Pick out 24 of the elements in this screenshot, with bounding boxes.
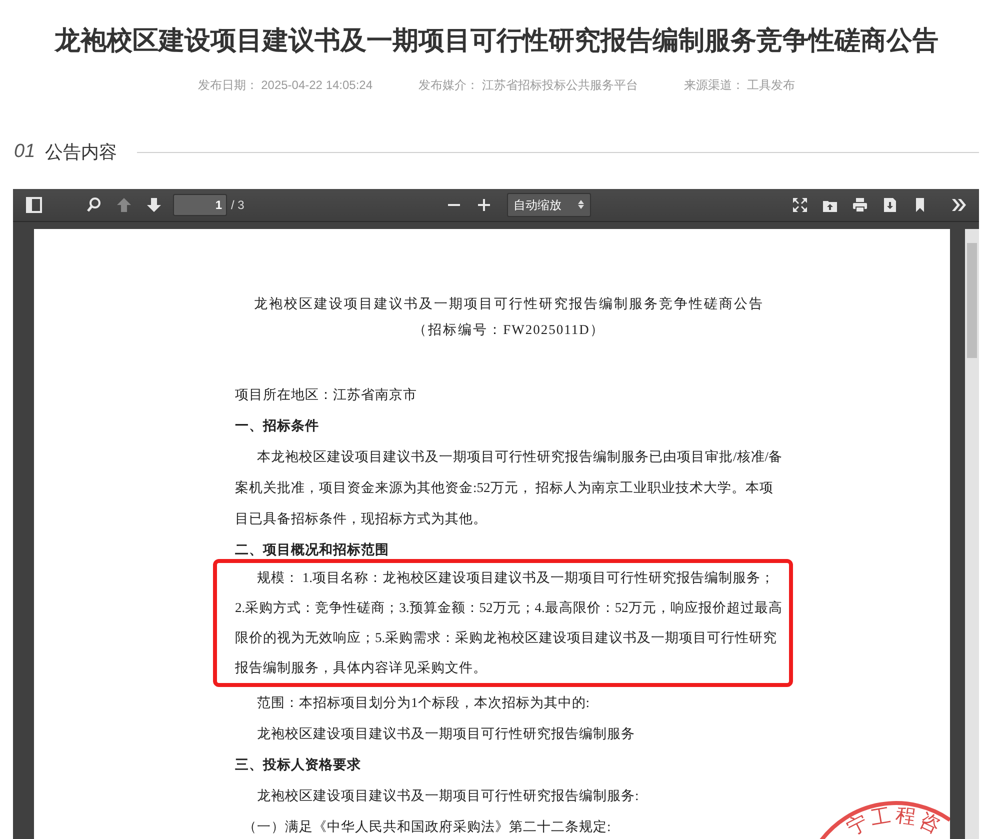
document-title: （招标编号：FW2025011D） — [412, 320, 606, 338]
page-title: 龙袍校区建设项目建议书及一期项目可行性研究报告编制服务竞争性磋商公告 — [53, 24, 940, 57]
section-number: 01 — [14, 140, 36, 164]
document-paragraph: 本龙袍校区建设项目建议书及一期项目可行性研究报告编制服务已由项目审批/核准/备案机关批准，项目资金来源为其他资金:52万元， 招标人为南京工业职业技术大学。本项目已具备招标条件，现招标方式为其他。 — [235, 448, 783, 528]
page-number-field[interactable]: 1 — [173, 194, 227, 216]
section-heading: 二、项目概况和招标范围 — [235, 540, 390, 558]
document-paragraph: 范围：本招标项目划分为1个标段，本次招标为其中的: — [256, 694, 591, 712]
page-count: / 3 — [231, 196, 244, 214]
section-heading: 一、招标条件 — [235, 416, 320, 434]
document-paragraph: 规模： 1.项目名称：龙袍校区建设项目建议书及一期项目可行性研究报告编制服务；2.采购方式：竞争性磋商；3.预算金额：52万元；4.最高限价：52万元，响应报价超过最高限价的视为无效响应；5.采购需求：采购龙袍校区建设项目建议书及一期项目可行性研究报告编制服务，具体内容详见采购文件。 — [235, 568, 783, 676]
document-title: 龙袍校区建设项目建议书及一期项目可行性研究报告编制服务竞争性磋商公告 — [253, 294, 765, 312]
seal-stamp-drawing: 宁工程咨 — [818, 800, 950, 839]
zoom-select[interactable]: 自动缩放 — [506, 192, 591, 216]
document-paragraph: 龙袍校区建设项目建议书及一期项目可行性研究报告编制服务: — [256, 786, 640, 804]
meta-item: 发布媒介： 江苏省招标投标公共服务平台 — [418, 77, 638, 94]
section-heading: 三、投标人资格要求 — [235, 756, 362, 774]
meta-item: 来源渠道： 工具发布 — [684, 77, 796, 94]
document-paragraph: 龙袍校区建设项目建议书及一期项目可行性研究报告编制服务 — [256, 724, 636, 742]
document-text: 项目所在地区：江苏省南京市 — [235, 386, 418, 404]
meta-item: 发布日期： 2025-04-22 14:05:24 — [198, 77, 373, 94]
document-paragraph: （一）满足《中华人民共和国政府采购法》第二十二条规定: — [242, 818, 612, 836]
dropdown-caret-icon — [578, 200, 584, 209]
scrollbar-thumb[interactable] — [967, 242, 977, 358]
section-title: 公告内容 — [45, 140, 118, 164]
